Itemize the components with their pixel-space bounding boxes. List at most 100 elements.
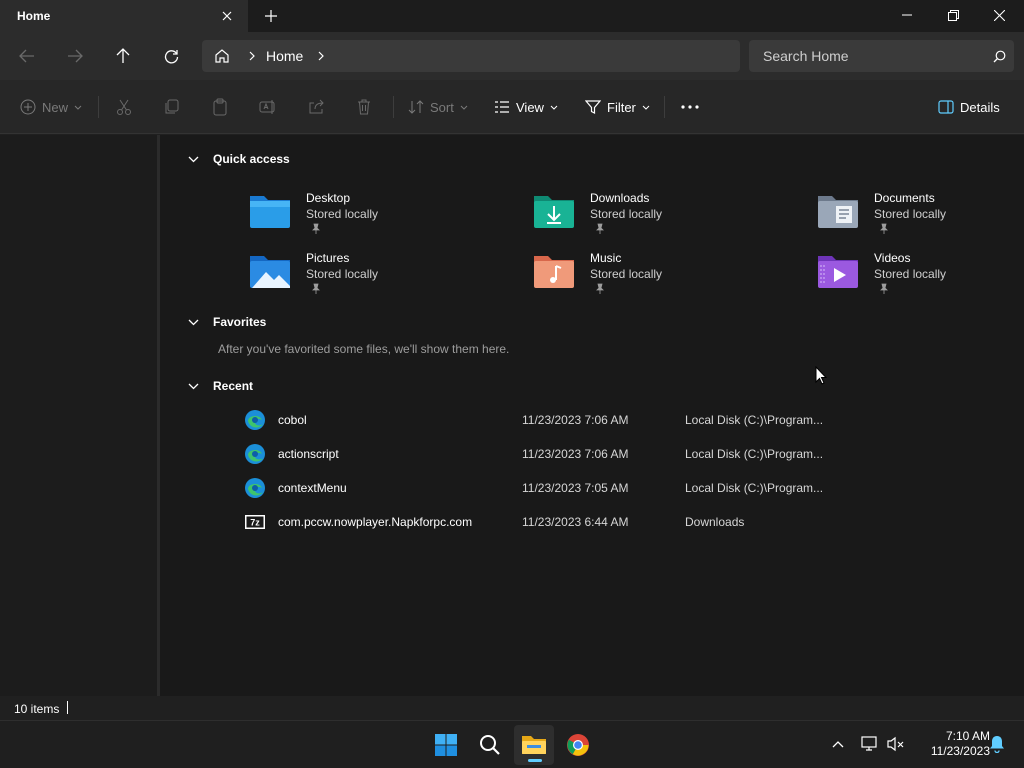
paste-button[interactable] xyxy=(211,95,229,119)
rename-icon xyxy=(259,100,275,114)
quick-access-pictures[interactable]: Pictures Stored locally xyxy=(248,248,508,304)
downloads-folder-icon xyxy=(534,196,574,228)
chevron-right-icon[interactable] xyxy=(311,51,331,61)
chrome-taskbar-button[interactable] xyxy=(558,725,598,765)
tab-title: Home xyxy=(17,9,51,23)
recent-item-location: Local Disk (C:)\Program... xyxy=(685,481,824,495)
view-icon xyxy=(495,101,509,113)
chevron-down-icon xyxy=(460,105,468,110)
up-button[interactable] xyxy=(111,44,135,68)
refresh-button[interactable] xyxy=(159,44,183,68)
delete-button[interactable] xyxy=(355,95,373,119)
recent-item[interactable]: contextMenu 11/23/2023 7:05 AM Local Dis… xyxy=(244,473,844,503)
recent-item-name: cobol xyxy=(278,413,307,427)
favorites-title: Favorites xyxy=(213,315,267,329)
quick-access-header[interactable]: Quick access xyxy=(188,149,290,169)
tab-home[interactable]: Home xyxy=(0,0,248,32)
navigation-bar: Home Search Home xyxy=(0,32,1024,80)
details-label: Details xyxy=(960,99,1000,115)
item-name: Downloads xyxy=(590,191,650,205)
quick-access-documents[interactable]: Documents Stored locally xyxy=(816,188,1024,244)
chevron-down-icon xyxy=(188,383,199,389)
status-bar: 10 items xyxy=(0,696,1024,720)
recent-item-location: Local Disk (C:)\Program... xyxy=(685,447,824,461)
chevron-down-icon xyxy=(550,105,558,110)
videos-folder-icon xyxy=(818,256,858,288)
active-app-indicator xyxy=(528,759,542,762)
separator xyxy=(98,96,99,118)
view-button[interactable]: View xyxy=(494,95,558,119)
view-label: View xyxy=(516,99,544,115)
item-count: 10 items xyxy=(14,702,60,716)
filter-icon xyxy=(585,100,601,114)
share-button[interactable] xyxy=(307,95,325,119)
mouse-cursor-icon xyxy=(815,366,827,385)
volume-tray-button[interactable] xyxy=(886,734,906,754)
quick-access-music[interactable]: Music Stored locally xyxy=(532,248,792,304)
navigation-pane[interactable] xyxy=(0,135,157,696)
chevron-right-icon[interactable] xyxy=(242,51,262,61)
recent-header[interactable]: Recent xyxy=(188,376,253,396)
breadcrumb-home[interactable]: Home xyxy=(262,48,311,64)
quick-access-downloads[interactable]: Downloads Stored locally xyxy=(532,188,792,244)
taskbar-clock[interactable]: 7:10 AM 11/23/2023 xyxy=(910,729,990,759)
windows-logo-icon xyxy=(435,734,457,756)
minimize-button[interactable] xyxy=(884,0,930,30)
close-tab-icon[interactable] xyxy=(218,7,236,25)
start-button[interactable] xyxy=(426,725,466,765)
search-placeholder: Search Home xyxy=(763,48,849,64)
svg-text:7z: 7z xyxy=(250,518,260,528)
edge-icon xyxy=(245,444,265,464)
copy-button[interactable] xyxy=(163,95,181,119)
share-icon xyxy=(309,99,324,114)
restore-button[interactable] xyxy=(930,0,976,30)
recent-item[interactable]: actionscript 11/23/2023 7:06 AM Local Di… xyxy=(244,439,844,469)
search-icon[interactable] xyxy=(984,50,1014,63)
cut-button[interactable] xyxy=(115,95,133,119)
details-button[interactable]: Details xyxy=(938,95,1000,119)
forward-button[interactable] xyxy=(63,44,87,68)
quick-access-title: Quick access xyxy=(213,152,290,166)
favorites-header[interactable]: Favorites xyxy=(188,312,266,332)
edge-icon xyxy=(245,410,265,430)
recent-item-location: Local Disk (C:)\Program... xyxy=(685,413,824,427)
item-name: Documents xyxy=(874,191,935,205)
recent-item-location: Downloads xyxy=(685,515,745,529)
rename-button[interactable] xyxy=(259,95,277,119)
back-button[interactable] xyxy=(15,44,39,68)
sort-icon xyxy=(408,100,424,114)
home-icon[interactable] xyxy=(202,40,242,72)
item-status: Stored locally xyxy=(874,207,947,221)
item-name: Desktop xyxy=(306,191,351,205)
more-options-button[interactable] xyxy=(680,95,700,119)
quick-access-videos[interactable]: Videos Stored locally xyxy=(816,248,1024,304)
taskbar-search-button[interactable] xyxy=(470,725,510,765)
item-status: Stored locally xyxy=(306,207,379,221)
sort-button[interactable]: Sort xyxy=(408,95,468,119)
recent-item[interactable]: cobol 11/23/2023 7:06 AM Local Disk (C:)… xyxy=(244,405,844,435)
recent-item[interactable]: 7z com.pccw.nowplayer.Napkforpc.com 11/2… xyxy=(244,507,844,537)
show-hidden-icons-button[interactable] xyxy=(828,734,848,754)
recent-item-date: 11/23/2023 7:06 AM xyxy=(522,413,629,427)
chevron-up-icon xyxy=(832,740,844,747)
desktop-folder-icon xyxy=(250,196,290,228)
network-tray-button[interactable] xyxy=(860,734,880,754)
title-bar: Home xyxy=(0,0,1024,32)
new-button[interactable]: New xyxy=(20,95,82,119)
close-window-button[interactable] xyxy=(976,0,1022,30)
address-bar[interactable]: Home xyxy=(202,40,740,72)
pin-icon xyxy=(596,283,604,294)
search-input[interactable]: Search Home xyxy=(749,40,1014,72)
pictures-folder-icon xyxy=(250,256,290,288)
new-tab-button[interactable] xyxy=(262,7,280,25)
clock-time: 7:10 AM xyxy=(945,729,990,743)
quick-access-desktop[interactable]: Desktop Stored locally xyxy=(248,188,508,244)
notifications-button[interactable] xyxy=(987,734,1007,754)
pin-icon xyxy=(312,283,320,294)
more-icon xyxy=(681,105,699,109)
cut-icon xyxy=(117,99,131,115)
status-divider xyxy=(67,701,68,714)
network-icon xyxy=(861,736,877,751)
filter-button[interactable]: Filter xyxy=(585,95,650,119)
copy-icon xyxy=(165,99,179,114)
